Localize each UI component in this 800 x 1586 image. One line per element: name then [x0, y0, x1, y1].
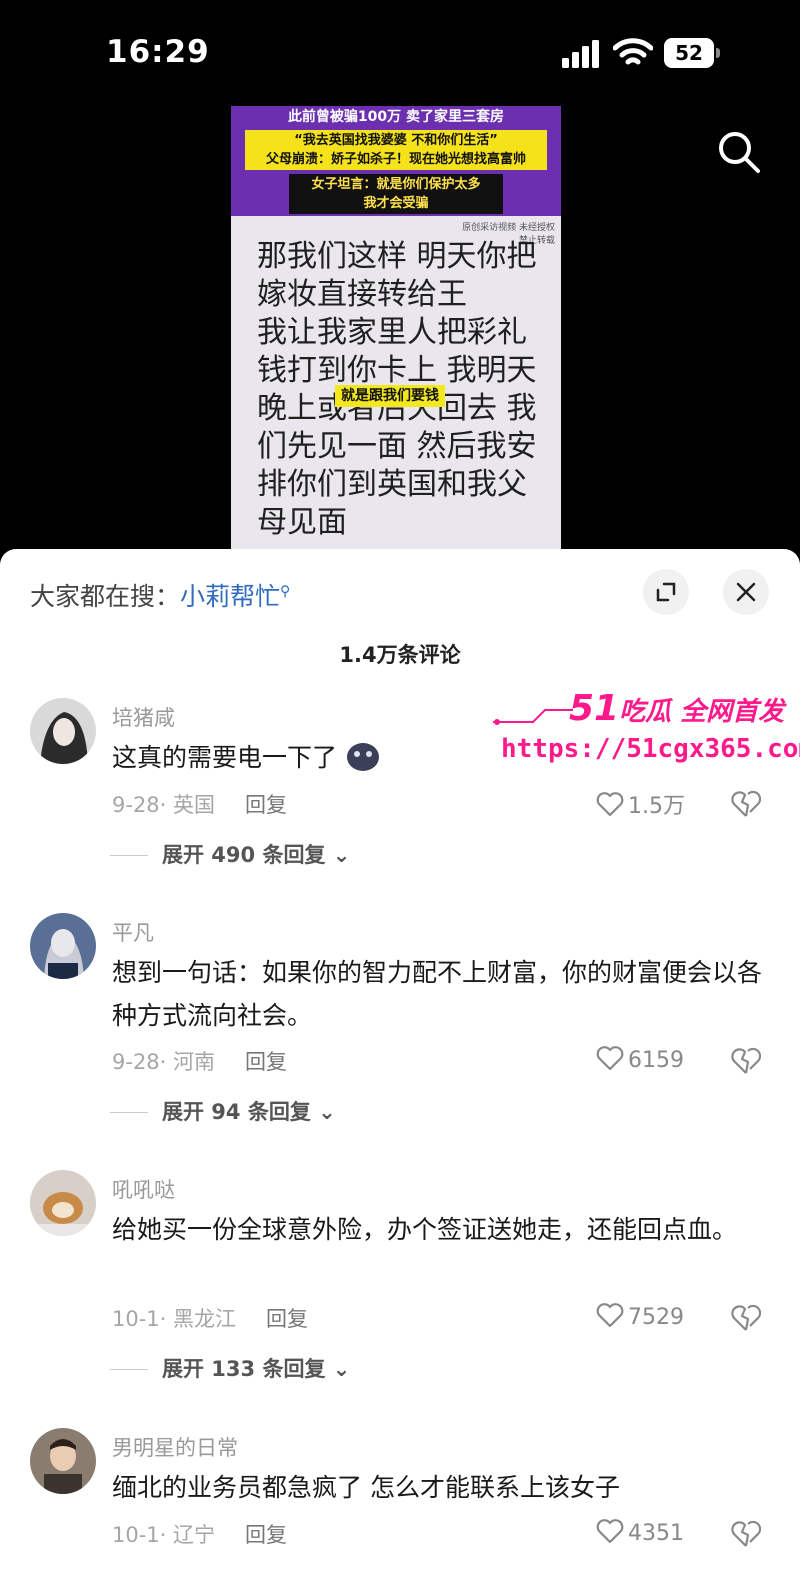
expand-replies[interactable]: 展开 490 条回复 ⌄ — [110, 839, 350, 869]
comment-username[interactable]: 吼吼哒 — [112, 1174, 175, 1204]
heart-icon — [596, 1046, 624, 1071]
watermark-brand-text: 吃瓜 全网首发 — [619, 697, 785, 727]
video-thumbnail[interactable]: 此前曾被骗100万 卖了家里三套房 “我去英国找我婆婆 不和你们生活” 父母崩溃… — [231, 106, 561, 558]
comment-text-content: 这真的需要电一下了 — [112, 743, 338, 772]
like-count: 4351 — [628, 1521, 684, 1546]
video-top-line: 此前曾被骗100万 卖了家里三套房 — [287, 109, 505, 125]
expand-replies-label: 展开 490 条回复 — [162, 843, 326, 867]
expand-replies[interactable]: 展开 133 条回复 ⌄ — [110, 1353, 350, 1383]
comment-meta: 10-1· 辽宁 回复 — [112, 1519, 287, 1549]
expand-replies-label: 展开 94 条回复 — [162, 1100, 311, 1124]
comment-date: 10-1· 黑龙江 — [112, 1307, 237, 1331]
comment-date: 10-1· 辽宁 — [112, 1523, 216, 1547]
avatar[interactable] — [30, 698, 96, 764]
like-count: 7529 — [628, 1305, 684, 1330]
like-button[interactable]: 6159 — [596, 1045, 684, 1075]
status-time: 16:29 — [106, 34, 210, 70]
search-icon[interactable] — [715, 128, 763, 176]
comment-text: 缅北的业务员都急疯了 怎么才能联系上该女子 — [112, 1473, 620, 1502]
wifi-icon — [613, 38, 653, 65]
comment-username[interactable]: 平凡 — [112, 917, 154, 947]
watermark-title: 51吃瓜 全网首发 — [569, 688, 784, 729]
like-button[interactable]: 1.5万 — [596, 788, 685, 819]
expand-replies-label: 展开 133 条回复 — [162, 1357, 326, 1381]
emoji-icon — [346, 743, 379, 771]
reply-button[interactable]: 回复 — [245, 1523, 287, 1547]
heart-icon — [596, 1303, 624, 1328]
trending-search[interactable]: 大家都在搜：小莉帮忙⚲ — [30, 577, 290, 613]
comment-date: 9-28· 河南 — [112, 1050, 216, 1074]
video-yellow-caption: “我去英国找我婆婆 不和你们生活” 父母崩溃：娇子如杀子！现在她光想找高富帅 — [245, 130, 547, 170]
yellow-caption-line2: 父母崩溃：娇子如杀子！现在她光想找高富帅 — [265, 152, 526, 167]
reply-button[interactable]: 回复 — [245, 1050, 287, 1074]
expand-button[interactable] — [643, 569, 689, 615]
watermark-circuit-icon — [493, 709, 573, 725]
heart-icon — [596, 1519, 624, 1544]
expand-replies[interactable]: 展开 94 条回复 ⌄ — [110, 1096, 336, 1126]
comment-text: 想到一句话：如果你的智力配不上财富，你的财富便会以各种方式流向社会。 — [112, 958, 763, 1030]
comment-meta: 9-28· 英国 回复 — [112, 789, 287, 819]
heart-icon — [596, 792, 624, 817]
trending-label: 大家都在搜： — [30, 582, 181, 611]
video-subtitle: 就是跟我们要钱 — [335, 385, 445, 407]
like-button[interactable]: 7529 — [596, 1302, 684, 1332]
video-watermark: 原创采访视频 未经授权禁止转载 — [462, 223, 555, 246]
site-watermark: 51吃瓜 全网首发 https://51cgx365.com — [493, 688, 800, 778]
black-caption-line1: 女子坦言：就是你们保护太多 — [311, 177, 481, 192]
black-caption-line2: 我才会受骗 — [363, 196, 429, 211]
trending-link[interactable]: 小莉帮忙 — [180, 582, 280, 611]
battery-icon: 52 — [664, 38, 722, 68]
video-banner: 此前曾被骗100万 卖了家里三套房 “我去英国找我婆婆 不和你们生活” 父母崩溃… — [231, 106, 561, 216]
comment-meta: 10-1· 黑龙江 回复 — [112, 1303, 308, 1333]
reply-button[interactable]: 回复 — [245, 793, 287, 817]
panel-header: 大家都在搜：小莉帮忙⚲ — [0, 549, 800, 639]
close-icon — [736, 582, 756, 602]
comment-date: 9-28· 英国 — [112, 793, 216, 817]
broken-heart-icon[interactable] — [731, 1046, 761, 1076]
broken-heart-icon[interactable] — [731, 1303, 761, 1333]
like-count: 6159 — [628, 1048, 684, 1073]
like-count: 1.5万 — [628, 794, 685, 819]
video-black-caption: 女子坦言：就是你们保护太多 我才会受骗 — [289, 174, 503, 214]
cellular-signal-icon — [562, 40, 599, 68]
like-button[interactable]: 4351 — [596, 1518, 684, 1548]
broken-heart-icon[interactable] — [731, 789, 761, 819]
yellow-caption-line1: “我去英国找我婆婆 不和你们生活” — [294, 133, 498, 148]
avatar[interactable] — [30, 1170, 96, 1236]
watermark-url: https://51cgx365.com — [501, 734, 800, 764]
search-small-icon: ⚲ — [280, 583, 291, 600]
close-button[interactable] — [723, 569, 769, 615]
avatar[interactable] — [30, 1428, 96, 1494]
reply-button[interactable]: 回复 — [266, 1307, 308, 1331]
broken-heart-icon[interactable] — [731, 1519, 761, 1549]
expand-icon — [656, 582, 676, 602]
watermark-brand-num: 51 — [569, 688, 620, 729]
avatar[interactable] — [30, 913, 96, 979]
status-bar: 16:29 52 — [0, 0, 800, 110]
comment-count: 1.4万条评论 — [339, 643, 461, 667]
battery-level: 52 — [664, 38, 714, 68]
comment-text: 给她买一份全球意外险，办个签证送她走，还能回点血。 — [112, 1215, 738, 1244]
comment-meta: 9-28· 河南 回复 — [112, 1046, 287, 1076]
comment-username[interactable]: 培猪咸 — [112, 702, 175, 732]
comment-username[interactable]: 男明星的日常 — [112, 1432, 238, 1462]
